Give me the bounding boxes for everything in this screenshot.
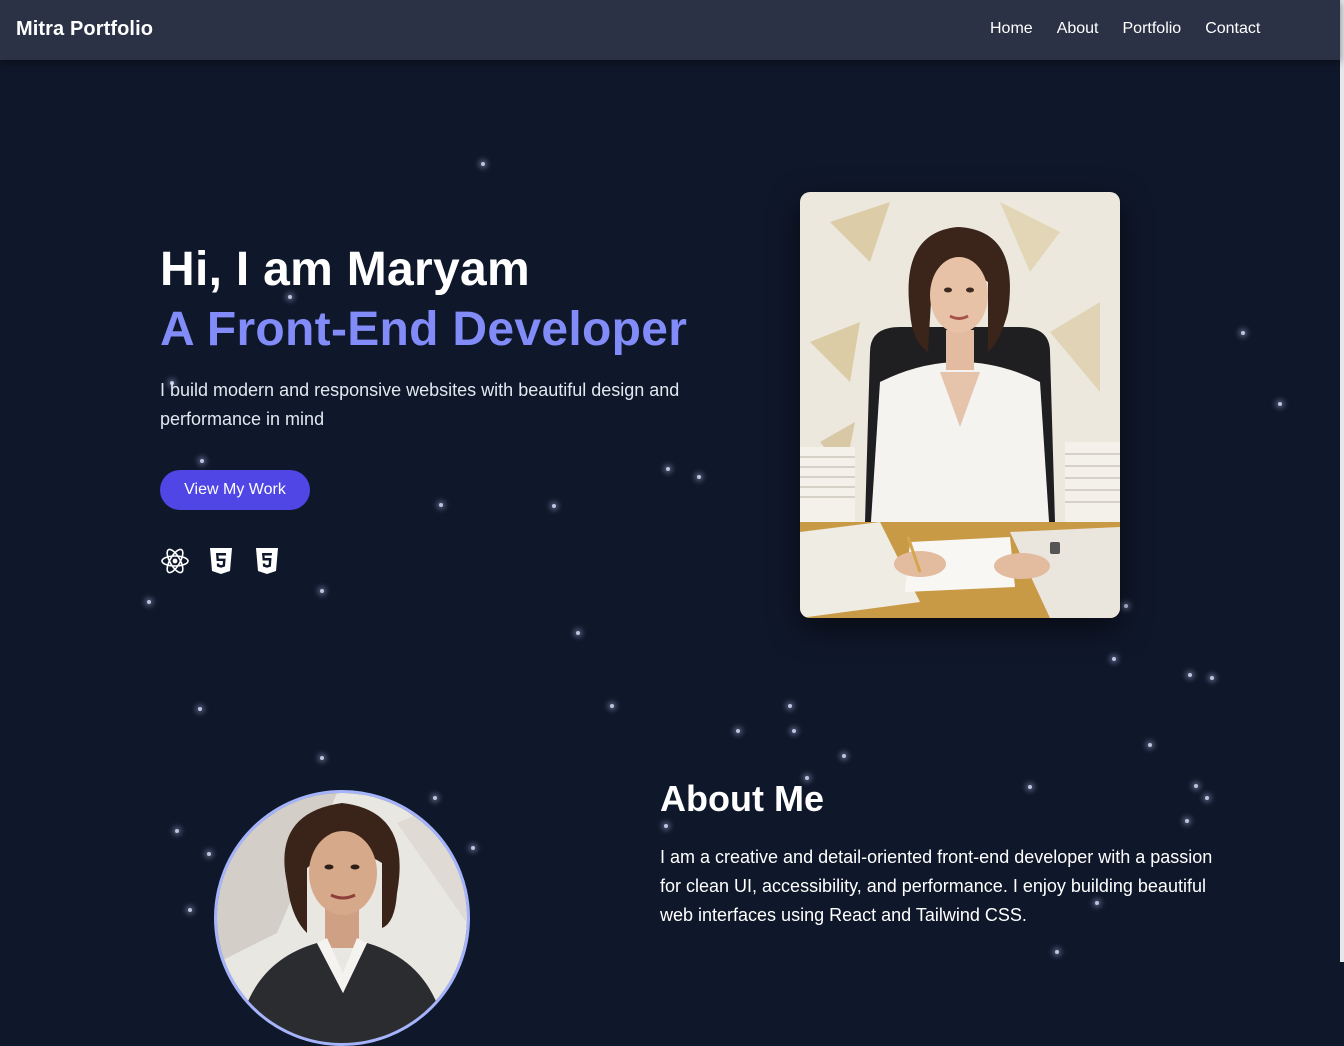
star (1185, 819, 1189, 823)
nav-link-about[interactable]: About (1057, 20, 1099, 38)
star (147, 600, 151, 604)
star (1205, 796, 1209, 800)
star (207, 852, 211, 856)
star (1188, 673, 1192, 677)
html5-icon (210, 548, 232, 574)
star (697, 475, 701, 479)
star (1055, 950, 1059, 954)
nav-link-contact[interactable]: Contact (1205, 20, 1260, 38)
star (842, 754, 846, 758)
star (175, 829, 179, 833)
star (1210, 676, 1214, 680)
profile-avatar (214, 790, 470, 1046)
star (198, 707, 202, 711)
tech-icons (160, 546, 298, 576)
about-description: I am a creative and detail-oriented fron… (660, 847, 1213, 925)
star (200, 459, 204, 463)
star (471, 846, 475, 850)
hero-description: I build modern and responsive websites w… (160, 380, 680, 429)
star (1124, 604, 1128, 608)
star (610, 704, 614, 708)
star (576, 631, 580, 635)
nav-links: Home About Portfolio Contact (990, 20, 1284, 38)
star (736, 729, 740, 733)
nav-link-portfolio[interactable]: Portfolio (1123, 20, 1182, 38)
star (788, 704, 792, 708)
star (481, 162, 485, 166)
star (792, 729, 796, 733)
star (433, 796, 437, 800)
star (1112, 657, 1116, 661)
star (439, 503, 443, 507)
navbar: Mitra Portfolio Home About Portfolio Con… (0, 0, 1340, 60)
view-my-work-button[interactable]: View My Work (160, 470, 310, 510)
about-title: About Me (660, 778, 824, 819)
nav-link-home[interactable]: Home (990, 20, 1033, 38)
star (320, 756, 324, 760)
star (552, 504, 556, 508)
star (188, 908, 192, 912)
react-icon (161, 548, 189, 574)
star (1148, 743, 1152, 747)
star (666, 467, 670, 471)
brand-logo[interactable]: Mitra Portfolio (16, 18, 153, 41)
scrollbar[interactable] (1340, 0, 1344, 962)
hero-role: A Front-End Developer (160, 303, 688, 356)
star (1278, 402, 1282, 406)
css3-icon (256, 548, 278, 574)
portrait-illustration (800, 192, 1120, 618)
star (664, 824, 668, 828)
hero-title: Hi, I am Maryam A Front-End Developer (160, 240, 687, 360)
star (320, 589, 324, 593)
hero-greeting: Hi, I am Maryam (160, 243, 530, 296)
star (1028, 785, 1032, 789)
star (1194, 784, 1198, 788)
star (1241, 331, 1245, 335)
